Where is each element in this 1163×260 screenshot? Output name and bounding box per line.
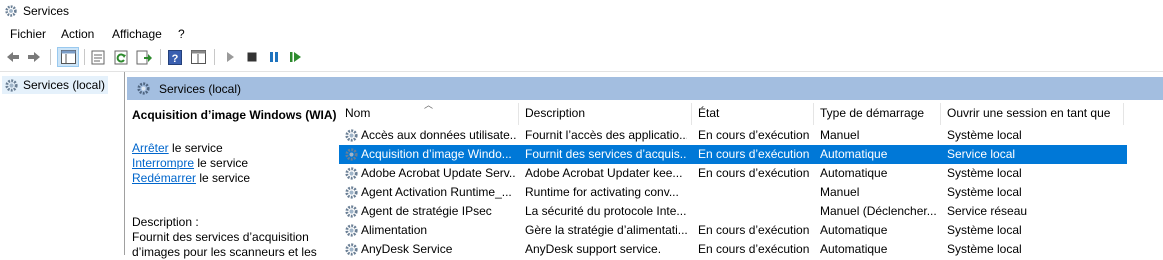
window-title: Services: [23, 4, 70, 18]
services-list: ︿ Nom Description État Type de démarrage…: [337, 100, 1163, 256]
table-row[interactable]: AnyDesk Service AnyDesk support service. E…: [339, 240, 1127, 259]
services-gear-icon: [5, 78, 18, 92]
column-header-type-demarrage[interactable]: Type de démarrage: [820, 106, 924, 126]
cell-startup-type: Automatique: [820, 166, 888, 180]
cell-description: Runtime for activating conv...: [525, 185, 679, 199]
column-header-nom[interactable]: Nom: [345, 106, 370, 126]
service-gear-icon: [345, 205, 358, 218]
refresh-icon[interactable]: [112, 48, 130, 66]
cell-description: Fournit des services d’acquis...: [525, 147, 687, 161]
services-gear-icon: [137, 82, 150, 95]
cell-description: La sécurité du protocole Inte...: [525, 204, 687, 218]
cell-description: AnyDesk support service.: [525, 242, 662, 256]
tree-item-services-local[interactable]: Services (local): [2, 76, 108, 94]
column-header-ouvrir-session[interactable]: Ouvrir une session en tant que: [947, 106, 1110, 126]
table-row[interactable]: Accès aux données utilisate... Fournit l’…: [339, 126, 1127, 145]
cell-name: Alimentation: [361, 223, 428, 237]
cell-startup-type: Automatique: [820, 147, 888, 161]
table-row[interactable]: Acquisition d’image Windo... Fournit des …: [339, 145, 1127, 164]
tree-item-label: Services (local): [23, 78, 106, 92]
cell-description: Gère la stratégie d’alimentati...: [525, 223, 687, 237]
title-bar: Services: [0, 0, 1163, 24]
menu-bar: Fichier Action Affichage ?: [0, 24, 1163, 44]
help-icon[interactable]: ?: [166, 48, 184, 66]
start-icon[interactable]: [221, 48, 239, 66]
pane-header: Services (local): [127, 77, 1163, 100]
cell-logon-as: Service réseau: [947, 204, 1028, 218]
action-restart-suffix: le service: [196, 171, 251, 185]
pause-icon[interactable]: [265, 48, 283, 66]
cell-startup-type: Manuel (Déclencher...: [820, 204, 937, 218]
column-header-etat[interactable]: État: [698, 106, 719, 126]
menu-affichage[interactable]: Affichage: [112, 27, 162, 41]
cell-name: Adobe Acrobat Update Serv...: [361, 166, 516, 180]
action-restart: Redémarrer le service: [132, 171, 250, 185]
cell-logon-as: Service local: [947, 147, 1016, 161]
toolbar: ?: [0, 44, 1163, 72]
svg-text:?: ?: [172, 53, 179, 65]
restart-service-link[interactable]: Redémarrer: [132, 171, 196, 185]
cell-name: Agent de stratégie IPsec: [361, 204, 492, 218]
cell-status: En cours d’exécution: [698, 128, 810, 142]
menu-help[interactable]: ?: [178, 27, 185, 41]
menu-fichier[interactable]: Fichier: [10, 27, 46, 41]
cell-description: Fournit l’accès des applicatio...: [525, 128, 687, 142]
cell-logon-as: Système local: [947, 185, 1022, 199]
show-hide-tree-icon[interactable]: [57, 47, 79, 67]
console-tree: Services (local): [0, 72, 125, 255]
action-pause: Interrompre le service: [132, 156, 248, 170]
sort-ascending-icon: ︿: [424, 100, 434, 110]
back-icon[interactable]: [4, 48, 22, 66]
services-gear-icon: [5, 5, 17, 17]
cell-logon-as: Système local: [947, 223, 1022, 237]
cell-status: En cours d’exécution: [698, 223, 810, 237]
pause-service-link[interactable]: Interrompre: [132, 156, 194, 170]
cell-status: En cours d’exécution: [698, 242, 810, 256]
cell-description: Adobe Acrobat Updater kee...: [525, 166, 683, 180]
export-icon[interactable]: [135, 48, 153, 66]
table-row[interactable]: Alimentation Gère la stratégie d’alimenta…: [339, 221, 1127, 240]
cell-name: Agent Activation Runtime_...: [361, 185, 512, 199]
action-pause-suffix: le service: [194, 156, 249, 170]
selected-service-name: Acquisition d’image Windows (WIA): [132, 108, 337, 122]
cell-name: Accès aux données utilisate...: [361, 128, 516, 142]
resume-icon[interactable]: [287, 48, 305, 66]
cell-name: Acquisition d’image Windo...: [361, 147, 512, 161]
description-text: Fournit des services d’acquisition d’ima…: [132, 230, 317, 259]
view-icon[interactable]: [189, 48, 207, 66]
cell-name: AnyDesk Service: [361, 242, 453, 256]
action-stop: Arrêter le service: [132, 141, 223, 155]
cell-status: En cours d’exécution: [698, 166, 810, 180]
cell-logon-as: Système local: [947, 128, 1022, 142]
service-details-panel: Acquisition d’image Windows (WIA) Arrête…: [127, 100, 337, 259]
service-gear-icon: [345, 186, 358, 199]
service-gear-icon: [345, 224, 358, 237]
cell-startup-type: Automatique: [820, 223, 888, 237]
table-row[interactable]: Adobe Acrobat Update Serv... Adobe Acroba…: [339, 164, 1127, 183]
cell-status: En cours d’exécution: [698, 147, 810, 161]
cell-logon-as: Système local: [947, 242, 1022, 256]
stop-service-link[interactable]: Arrêter: [132, 141, 169, 155]
action-stop-suffix: le service: [168, 141, 223, 155]
service-gear-icon: [345, 167, 358, 180]
pane-title: Services (local): [159, 81, 242, 96]
cell-logon-as: Système local: [947, 166, 1022, 180]
stop-icon[interactable]: [243, 48, 261, 66]
service-gear-icon: [345, 148, 358, 161]
description-label: Description :: [132, 215, 199, 229]
service-gear-icon: [345, 129, 358, 142]
cell-startup-type: Manuel: [820, 185, 860, 199]
cell-startup-type: Automatique: [820, 242, 888, 256]
forward-icon[interactable]: [25, 48, 43, 66]
menu-action[interactable]: Action: [61, 27, 94, 41]
cell-startup-type: Manuel: [820, 128, 860, 142]
properties-icon[interactable]: [89, 48, 107, 66]
table-row[interactable]: Agent de stratégie IPsec La sécurité du p…: [339, 202, 1127, 221]
table-row[interactable]: Agent Activation Runtime_... Runtime for …: [339, 183, 1127, 202]
column-header-description[interactable]: Description: [525, 106, 585, 126]
